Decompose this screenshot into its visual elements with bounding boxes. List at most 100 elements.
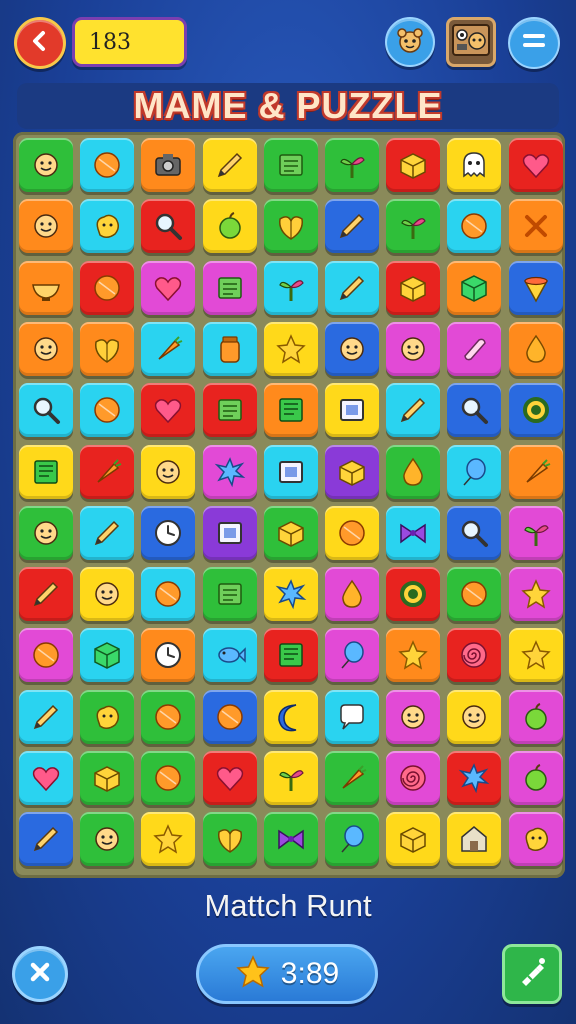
puzzle-tile[interactable] [447, 444, 502, 499]
profile-button[interactable] [446, 17, 496, 67]
puzzle-tile[interactable] [19, 383, 73, 438]
puzzle-tile[interactable] [263, 628, 318, 683]
puzzle-tile[interactable] [80, 751, 135, 805]
puzzle-tile[interactable] [202, 689, 257, 744]
puzzle-tile[interactable] [202, 199, 257, 254]
puzzle-tile[interactable] [447, 628, 502, 683]
puzzle-tile[interactable] [141, 260, 196, 315]
puzzle-tile[interactable] [263, 567, 318, 622]
puzzle-tile[interactable] [263, 260, 318, 315]
puzzle-tile[interactable] [19, 321, 73, 376]
puzzle-tile[interactable] [202, 567, 257, 622]
puzzle-tile[interactable] [508, 199, 563, 254]
puzzle-tile[interactable] [141, 567, 196, 622]
menu-button[interactable] [508, 17, 560, 69]
puzzle-tile[interactable] [447, 260, 502, 315]
puzzle-tile[interactable] [325, 751, 379, 805]
puzzle-tile[interactable] [447, 689, 502, 744]
puzzle-tile[interactable] [263, 812, 318, 867]
puzzle-tile[interactable] [141, 199, 196, 254]
puzzle-tile[interactable] [447, 138, 502, 192]
puzzle-tile[interactable] [141, 505, 196, 560]
puzzle-tile[interactable] [325, 567, 379, 622]
puzzle-tile[interactable] [202, 628, 257, 683]
puzzle-tile[interactable] [325, 444, 379, 499]
puzzle-tile[interactable] [263, 199, 318, 254]
puzzle-tile[interactable] [80, 321, 135, 376]
puzzle-tile[interactable] [386, 628, 441, 683]
back-button[interactable] [14, 17, 66, 69]
puzzle-tile[interactable] [19, 138, 73, 192]
puzzle-tile[interactable] [447, 321, 502, 376]
puzzle-tile[interactable] [202, 751, 257, 805]
puzzle-tile[interactable] [202, 505, 257, 560]
puzzle-tile[interactable] [386, 321, 441, 376]
puzzle-tile[interactable] [447, 505, 502, 560]
puzzle-tile[interactable] [508, 138, 563, 192]
puzzle-tile[interactable] [141, 321, 196, 376]
puzzle-tile[interactable] [386, 567, 441, 622]
puzzle-tile[interactable] [386, 444, 441, 499]
puzzle-tile[interactable] [386, 199, 441, 254]
puzzle-tile[interactable] [80, 812, 135, 867]
puzzle-tile[interactable] [202, 383, 257, 438]
puzzle-tile[interactable] [386, 260, 441, 315]
puzzle-tile[interactable] [325, 689, 379, 744]
puzzle-tile[interactable] [325, 628, 379, 683]
puzzle-tile[interactable] [141, 812, 196, 867]
puzzle-tile[interactable] [141, 138, 196, 192]
puzzle-tile[interactable] [325, 505, 379, 560]
puzzle-tile[interactable] [447, 751, 502, 805]
puzzle-tile[interactable] [325, 138, 379, 192]
puzzle-tile[interactable] [508, 383, 563, 438]
puzzle-tile[interactable] [325, 321, 379, 376]
puzzle-tile[interactable] [80, 138, 135, 192]
puzzle-tile[interactable] [447, 199, 502, 254]
puzzle-tile[interactable] [263, 751, 318, 805]
puzzle-tile[interactable] [80, 199, 135, 254]
puzzle-tile[interactable] [263, 138, 318, 192]
puzzle-tile[interactable] [263, 505, 318, 560]
puzzle-tile[interactable] [447, 383, 502, 438]
puzzle-tile[interactable] [141, 628, 196, 683]
puzzle-tile[interactable] [508, 444, 563, 499]
puzzle-tile[interactable] [202, 812, 257, 867]
puzzle-tile[interactable] [19, 567, 73, 622]
puzzle-tile[interactable] [19, 260, 73, 315]
puzzle-tile[interactable] [508, 321, 563, 376]
puzzle-tile[interactable] [325, 812, 379, 867]
puzzle-tile[interactable] [386, 138, 441, 192]
puzzle-tile[interactable] [263, 689, 318, 744]
puzzle-tile[interactable] [19, 751, 73, 805]
close-button[interactable] [12, 946, 68, 1002]
puzzle-tile[interactable] [19, 628, 73, 683]
puzzle-tile[interactable] [202, 260, 257, 315]
puzzle-tile[interactable] [508, 628, 563, 683]
puzzle-tile[interactable] [447, 567, 502, 622]
puzzle-tile[interactable] [325, 383, 379, 438]
puzzle-tile[interactable] [386, 505, 441, 560]
puzzle-tile[interactable] [263, 444, 318, 499]
puzzle-tile[interactable] [19, 812, 73, 867]
puzzle-tile[interactable] [80, 260, 135, 315]
puzzle-tile[interactable] [202, 321, 257, 376]
puzzle-tile[interactable] [141, 444, 196, 499]
puzzle-tile[interactable] [508, 751, 563, 805]
puzzle-tile[interactable] [19, 505, 73, 560]
puzzle-tile[interactable] [325, 260, 379, 315]
puzzle-tile[interactable] [263, 321, 318, 376]
puzzle-tile[interactable] [141, 689, 196, 744]
puzzle-tile[interactable] [80, 628, 135, 683]
puzzle-tile[interactable] [19, 689, 73, 744]
puzzle-tile[interactable] [508, 260, 563, 315]
hint-button[interactable] [502, 944, 562, 1004]
puzzle-tile[interactable] [19, 444, 73, 499]
puzzle-tile[interactable] [508, 689, 563, 744]
puzzle-tile[interactable] [263, 383, 318, 438]
puzzle-tile[interactable] [447, 812, 502, 867]
puzzle-tile[interactable] [80, 689, 135, 744]
puzzle-tile[interactable] [19, 199, 73, 254]
puzzle-tile[interactable] [508, 567, 563, 622]
puzzle-tile[interactable] [141, 383, 196, 438]
puzzle-tile[interactable] [508, 812, 563, 867]
